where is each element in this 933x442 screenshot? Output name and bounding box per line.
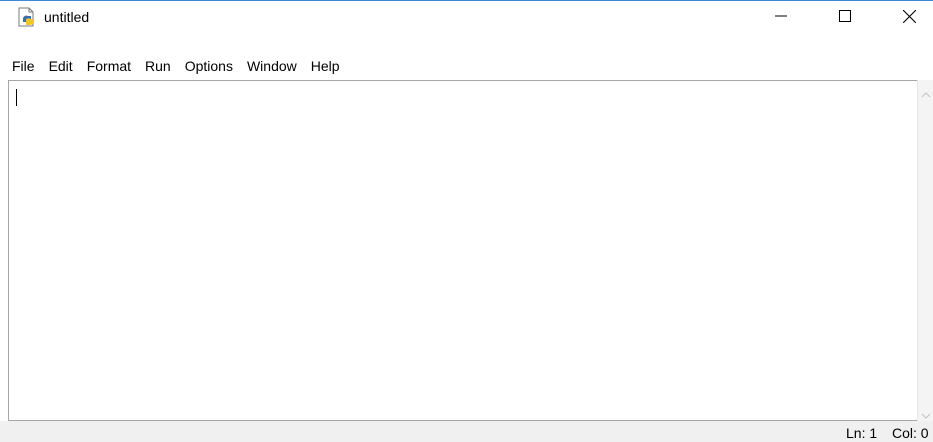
status-line-number: Ln: 1: [846, 425, 878, 441]
close-button[interactable]: [886, 1, 932, 31]
maximize-button[interactable]: [822, 1, 868, 31]
scroll-up-icon[interactable]: [921, 86, 931, 98]
scroll-down-icon[interactable]: [921, 407, 931, 419]
maximize-icon: [839, 10, 851, 22]
idle-editor-window: untitled File Edit Format Run Options Wi…: [0, 0, 933, 442]
text-caret: [16, 89, 17, 106]
window-title: untitled: [44, 9, 90, 25]
menu-run[interactable]: Run: [145, 56, 171, 76]
menu-window[interactable]: Window: [247, 56, 297, 76]
menu-format[interactable]: Format: [87, 56, 131, 76]
menu-bar: File Edit Format Run Options Window Help: [0, 54, 933, 78]
menu-edit[interactable]: Edit: [49, 56, 73, 76]
status-column-number: Col: 0: [892, 425, 929, 441]
close-icon: [902, 9, 916, 23]
menu-help[interactable]: Help: [311, 56, 340, 76]
menu-options[interactable]: Options: [185, 56, 233, 76]
status-bar: Ln: 1 Col: 0: [0, 421, 933, 442]
minimize-icon: [775, 10, 787, 22]
title-bar[interactable]: untitled: [0, 1, 933, 33]
editor-text-area[interactable]: [8, 80, 917, 421]
menu-file[interactable]: File: [12, 56, 35, 76]
vertical-scrollbar[interactable]: [917, 80, 933, 421]
minimize-button[interactable]: [758, 1, 804, 31]
python-idle-icon: [16, 7, 38, 27]
